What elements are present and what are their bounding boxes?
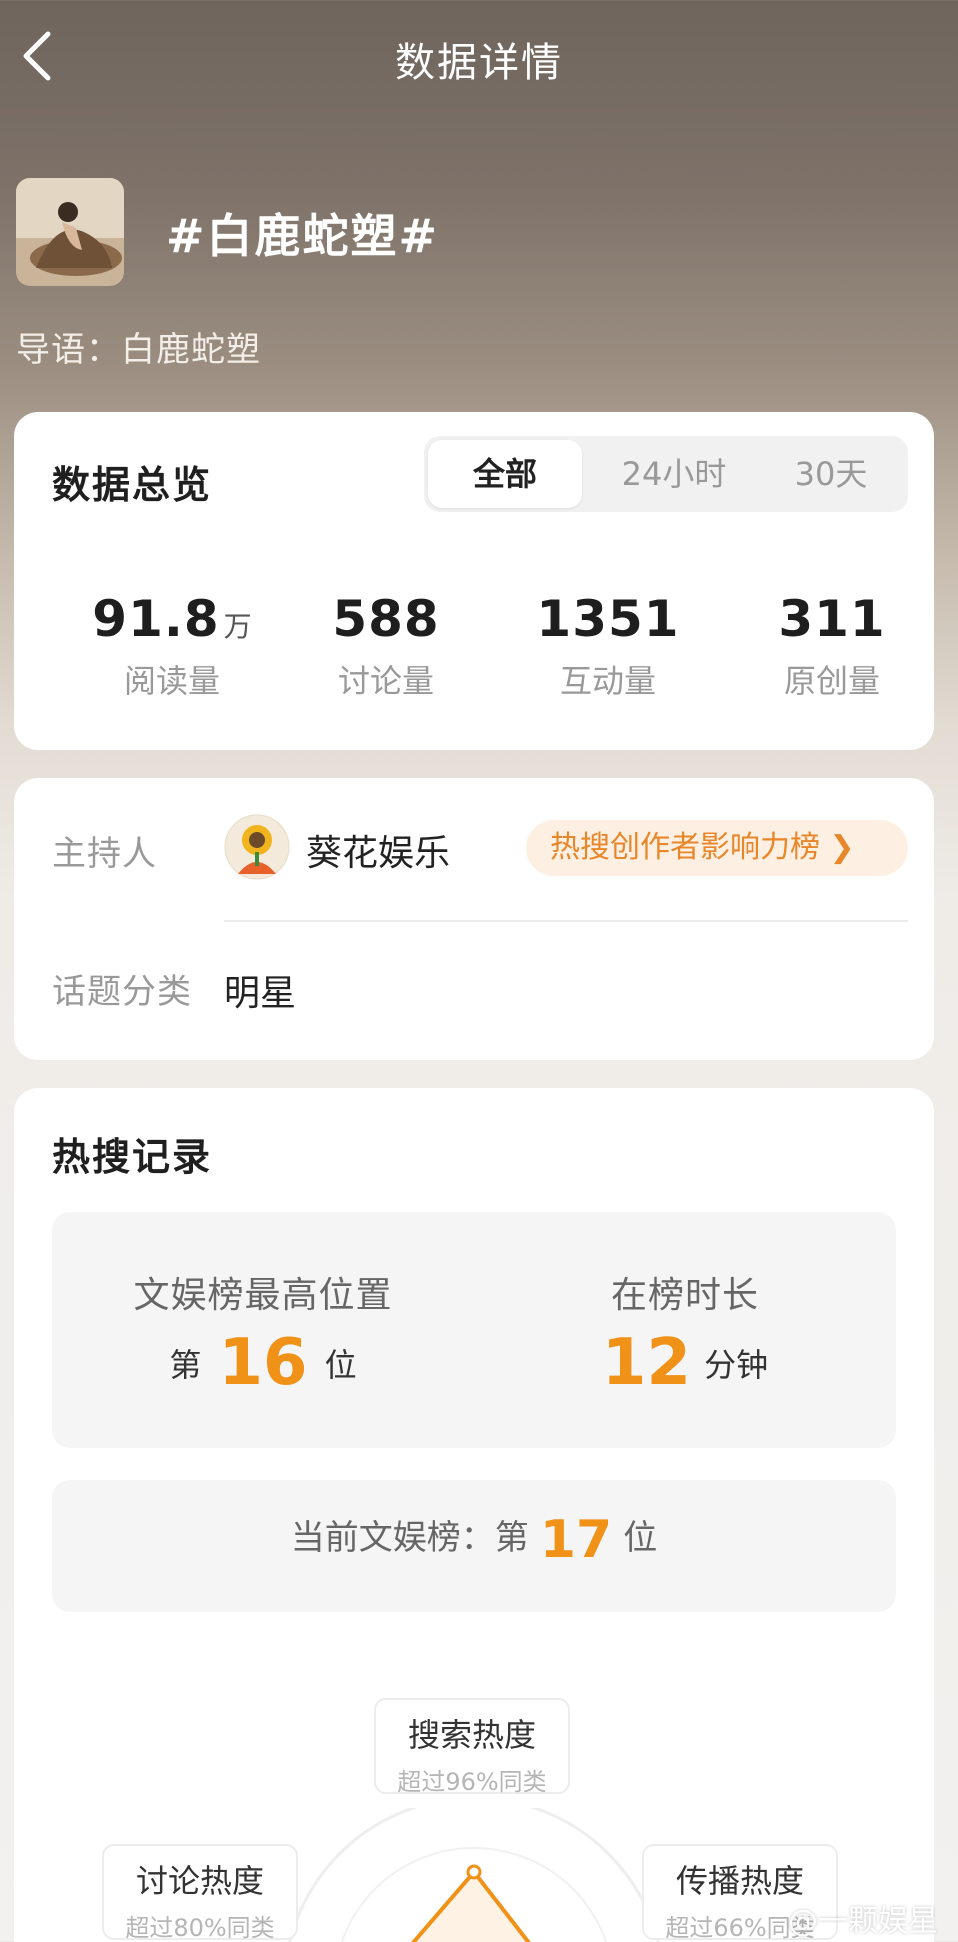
interactions-value: 1351 <box>536 590 680 648</box>
stat-discussions: 588 讨论量 <box>276 590 496 702</box>
search-heat-title: 搜索热度 <box>407 1716 536 1754</box>
category-label: 话题分类 <box>52 972 192 1012</box>
peak-position-label: 文娱榜最高位置 <box>133 1275 393 1316</box>
tab-24h[interactable]: 24小时 <box>594 436 754 512</box>
stat-reads: 91.8 万 阅读量 <box>62 590 282 702</box>
discussions-value: 588 <box>332 590 440 648</box>
search-heat-sub: 超过96%同类 <box>397 1768 547 1796</box>
discussions-label: 讨论量 <box>337 662 434 700</box>
peak-position-value: 第 16 位 <box>169 1326 357 1400</box>
originals-label: 原创量 <box>783 662 880 700</box>
duration-label: 在榜时长 <box>610 1275 759 1316</box>
hot-search-card: 热搜记录 文娱榜最高位置 第 16 位 在榜时长 12 分钟 当前文娱榜：第 1… <box>14 1088 934 1942</box>
hot-search-title: 热搜记录 <box>52 1135 213 1179</box>
discussion-heat-sub: 超过80%同类 <box>125 1914 275 1942</box>
current-rank-box: 当前文娱榜：第 17 位 <box>52 1480 896 1612</box>
creator-rank-badge[interactable]: 热搜创作者影响力榜 ❯ <box>526 820 908 876</box>
overview-card: 数据总览 全部 24小时 30天 91.8 万 阅读量 588 讨论量 1351 … <box>14 412 934 750</box>
topic-title: #白鹿蛇塑# <box>166 209 440 263</box>
topic-guide: 导语：白鹿蛇塑 <box>16 330 261 370</box>
radar-chart <box>288 1808 660 1942</box>
time-range-tabs: 全部 24小时 30天 <box>424 436 908 512</box>
topic-avatar <box>16 178 124 286</box>
info-card: 主持人 葵花娱乐 热搜创作者影响力榜 ❯ 话题分类 明星 <box>14 778 934 1060</box>
reads-value: 91.8 <box>92 590 220 648</box>
reads-label: 阅读量 <box>123 662 220 700</box>
tab-all[interactable]: 全部 <box>428 440 582 508</box>
host-label: 主持人 <box>52 834 157 874</box>
host-avatar[interactable] <box>224 814 290 880</box>
search-heat-tag: 搜索热度 超过96%同类 <box>374 1698 570 1796</box>
tab-30d[interactable]: 30天 <box>754 436 908 512</box>
stat-originals: 311 原创量 <box>722 590 942 702</box>
watermark: @一颗娱星 <box>788 1904 938 1939</box>
category-value[interactable]: 明星 <box>224 964 296 1016</box>
stat-interactions: 1351 互动量 <box>498 590 718 702</box>
overview-title: 数据总览 <box>52 463 213 507</box>
hot-stats-box: 文娱榜最高位置 第 16 位 在榜时长 12 分钟 <box>52 1212 896 1448</box>
interactions-label: 互动量 <box>559 662 656 700</box>
duration-value: 12 分钟 <box>601 1326 769 1400</box>
discussion-heat-title: 讨论热度 <box>135 1862 264 1900</box>
current-rank: 当前文娱榜：第 17 位 <box>290 1510 658 1570</box>
divider <box>224 920 908 922</box>
page-title: 数据详情 <box>395 40 563 86</box>
reads-unit: 万 <box>223 610 252 643</box>
host-name[interactable]: 葵花娱乐 <box>306 824 450 876</box>
originals-value: 311 <box>778 590 886 648</box>
discussion-heat-tag: 讨论热度 超过80%同类 <box>102 1844 298 1942</box>
